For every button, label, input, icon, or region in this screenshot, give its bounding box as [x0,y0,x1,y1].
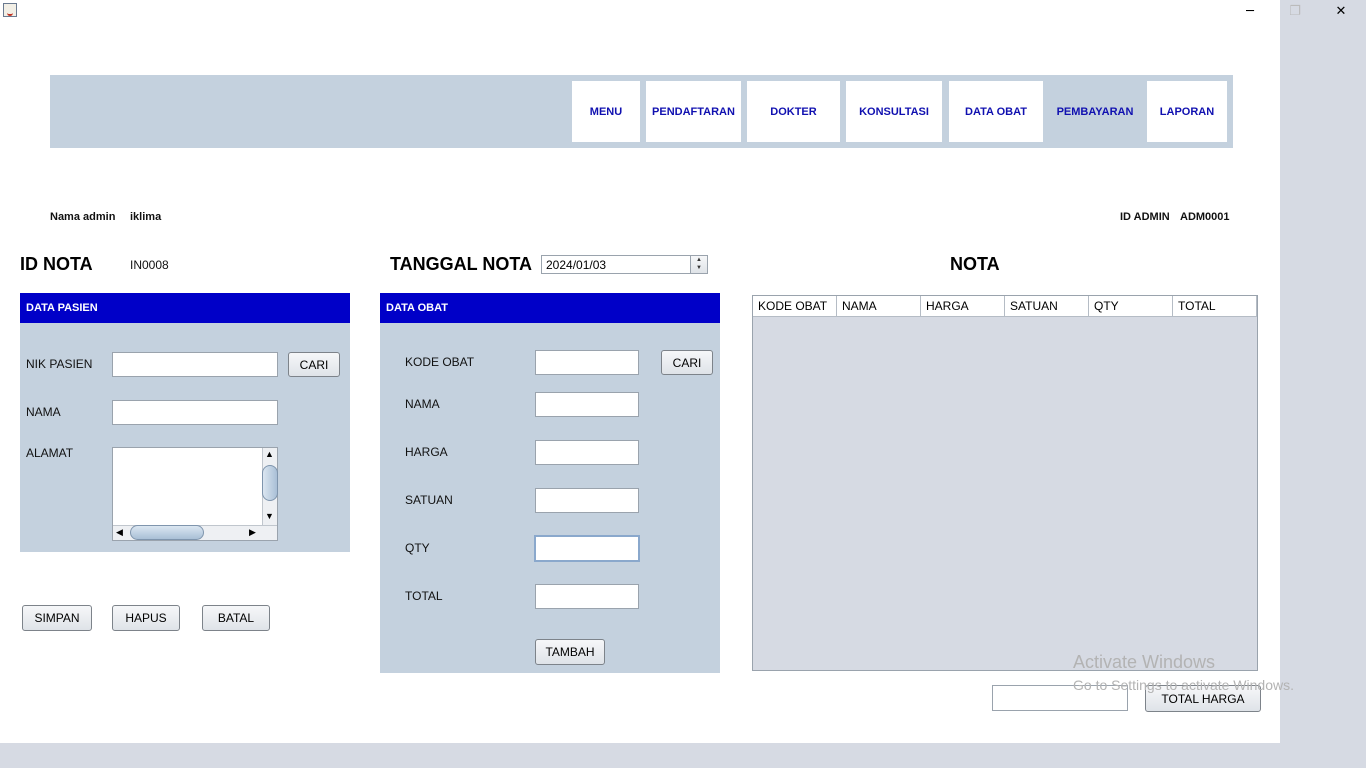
spinner-arrows-icon[interactable]: ▲ ▼ [690,256,707,273]
column-header-total[interactable]: TOTAL [1173,296,1257,317]
minimize-button[interactable]: ─ [1227,0,1273,22]
cari-obat-button[interactable]: CARI [661,350,713,375]
column-header-kode-obat[interactable]: KODE OBAT [753,296,837,317]
satuan-input[interactable] [535,488,639,513]
vertical-scrollbar[interactable]: ▲ ▼ [262,448,278,526]
hapus-button[interactable]: HAPUS [112,605,180,631]
kode-obat-input[interactable] [535,350,639,375]
admin-id-label: ID ADMIN [1120,211,1170,223]
id-nota-label: ID NOTA [20,254,93,274]
activate-windows-hint: Go to Settings to activate Windows. [1073,677,1294,693]
activate-windows-watermark: Activate Windows [1073,652,1216,672]
scroll-left-icon[interactable]: ◀ [116,527,123,538]
nama-obat-input[interactable] [535,392,639,417]
close-button[interactable]: ✕ [1318,0,1364,22]
total-label: TOTAL [405,589,443,603]
nav-pendaftaran-button[interactable]: PENDAFTARAN [646,81,741,142]
kode-obat-label: KODE OBAT [405,355,475,369]
qty-input[interactable] [534,535,640,562]
scroll-up-icon[interactable]: ▲ [265,449,274,459]
simpan-button[interactable]: SIMPAN [22,605,92,631]
nota-table[interactable]: KODE OBAT NAMA HARGA SATUAN QTY TOTAL [752,295,1258,671]
data-obat-header: DATA OBAT [380,293,720,323]
scroll-right-icon[interactable]: ▶ [249,527,256,538]
tambah-button[interactable]: TAMBAH [535,639,605,665]
horizontal-scroll-thumb[interactable] [130,525,204,540]
nav-data-obat-button[interactable]: DATA OBAT [949,81,1043,142]
nama-pasien-input[interactable] [112,400,278,425]
cari-pasien-button[interactable]: CARI [288,352,340,377]
admin-id-value: ADM0001 [1180,211,1230,223]
nav-menu-button[interactable]: MENU [572,81,640,142]
alamat-textarea[interactable]: ▲ ▼ ◀ ▶ [112,447,278,541]
id-nota-value: IN0008 [130,258,169,272]
column-header-nama[interactable]: NAMA [837,296,921,317]
nav-laporan-button[interactable]: LAPORAN [1147,81,1227,142]
column-header-satuan[interactable]: SATUAN [1005,296,1089,317]
horizontal-scrollbar[interactable]: ◀ ▶ [113,525,277,540]
data-pasien-header: DATA PASIEN [20,293,350,323]
tanggal-nota-spinner[interactable]: 2024/01/03 ▲ ▼ [541,255,708,274]
nik-pasien-label: NIK PASIEN [26,357,93,371]
java-app-icon [3,3,17,17]
nama-pasien-label: NAMA [26,405,61,419]
nota-title: NOTA [950,254,1000,274]
harga-input[interactable] [535,440,639,465]
batal-button[interactable]: BATAL [202,605,270,631]
restore-button[interactable]: ❐ [1272,0,1318,22]
nav-pembayaran-button[interactable]: PEMBAYARAN [1049,81,1141,142]
nav-konsultasi-button[interactable]: KONSULTASI [846,81,942,142]
total-input[interactable] [535,584,639,609]
nik-pasien-input[interactable] [112,352,278,377]
harga-label: HARGA [405,445,448,459]
vertical-scroll-thumb[interactable] [262,465,278,501]
column-header-qty[interactable]: QTY [1089,296,1173,317]
satuan-label: SATUAN [405,493,453,507]
alamat-label: ALAMAT [26,446,74,460]
nama-obat-label: NAMA [405,397,440,411]
tanggal-nota-value: 2024/01/03 [546,258,607,272]
admin-name-value: iklima [130,211,162,223]
admin-name-label: Nama admin [50,211,116,223]
scroll-down-icon[interactable]: ▼ [265,511,274,521]
nav-dokter-button[interactable]: DOKTER [747,81,840,142]
column-header-harga[interactable]: HARGA [921,296,1005,317]
tanggal-nota-label: TANGGAL NOTA [390,254,532,274]
qty-label: QTY [405,541,430,555]
